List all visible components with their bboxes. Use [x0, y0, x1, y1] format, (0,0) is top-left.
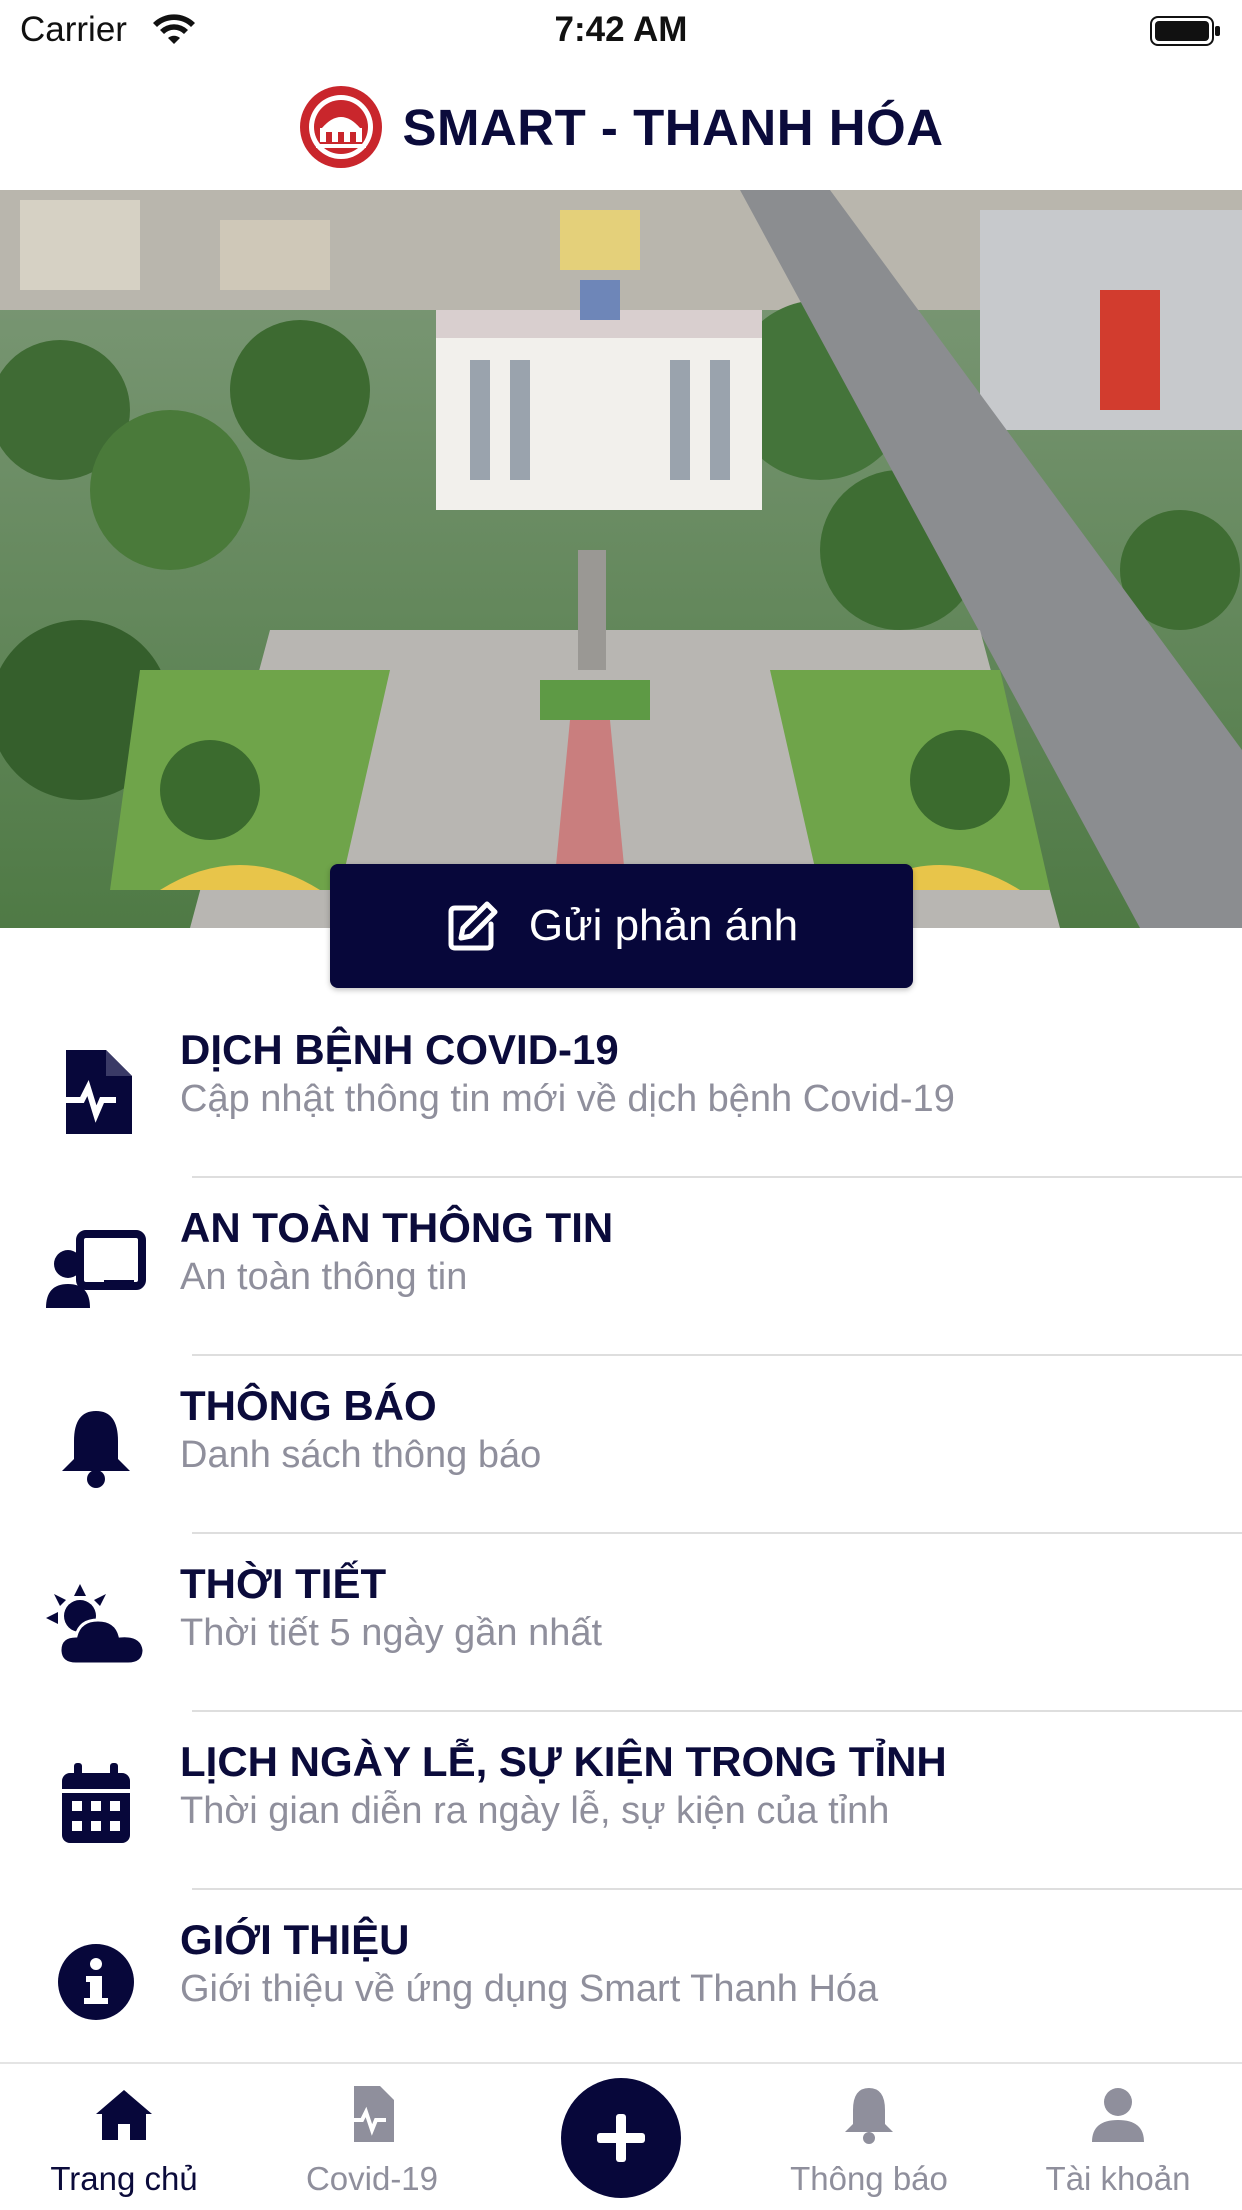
medical-file-icon — [348, 2086, 394, 2142]
user-screen-icon — [46, 1230, 146, 1308]
tab-covid[interactable]: Covid-19 — [248, 2064, 496, 2210]
medical-file-icon — [60, 1050, 132, 1134]
menu-item-subtitle: Thời tiết 5 ngày gần nhất — [180, 1612, 603, 1654]
battery-icon — [1150, 16, 1220, 46]
menu-item-subtitle: Thời gian diễn ra ngày lễ, sự kiện của t… — [180, 1790, 890, 1832]
menu-item-title: THỜI TIẾT — [180, 1560, 387, 1607]
tab-label: Tài khoản — [1045, 2160, 1191, 2197]
menu-item-subtitle: Cập nhật thông tin mới về dịch bệnh Covi… — [180, 1078, 955, 1120]
menu-item-notifications[interactable]: THÔNG BÁO Danh sách thông báo — [0, 1366, 1242, 1544]
weather-icon — [46, 1584, 146, 1666]
menu-item-info-security[interactable]: AN TOÀN THÔNG TIN An toàn thông tin — [0, 1188, 1242, 1366]
thanh-hoa-emblem-icon — [300, 86, 383, 168]
info-icon — [58, 1944, 134, 2020]
menu-item-about[interactable]: GIỚI THIỆU Giới thiệu về ứng dụng Smart … — [0, 1900, 1242, 2078]
user-icon — [1092, 2088, 1144, 2142]
divider — [192, 1176, 1242, 1178]
menu-item-weather[interactable]: THỜI TIẾT Thời tiết 5 ngày gần nhất — [0, 1544, 1242, 1722]
divider — [192, 1888, 1242, 1890]
bell-icon — [62, 1411, 130, 1488]
send-feedback-button[interactable]: Gửi phản ánh — [330, 864, 913, 988]
menu-item-holidays-calendar[interactable]: LỊCH NGÀY LỄ, SỰ KIỆN TRONG TỈNH Thời gi… — [0, 1722, 1242, 1900]
edit-icon — [448, 901, 498, 951]
menu-item-title: THÔNG BÁO — [180, 1382, 437, 1429]
app-title: SMART - THANH HÓA — [402, 98, 944, 156]
status-bar: Carrier 7:42 AM — [0, 0, 1242, 62]
plus-icon — [597, 2114, 645, 2162]
bell-icon — [845, 2088, 893, 2144]
hero-image — [0, 190, 1242, 928]
add-button[interactable] — [561, 2078, 681, 2198]
feature-list: DỊCH BỆNH COVID-19 Cập nhật thông tin mớ… — [0, 1010, 1242, 2078]
menu-item-subtitle: An toàn thông tin — [180, 1256, 468, 1298]
menu-item-title: LỊCH NGÀY LỄ, SỰ KIỆN TRONG TỈNH — [180, 1738, 947, 1785]
status-time: 7:42 AM — [554, 10, 688, 49]
tab-bar: Trang chủ Covid-19 Thông báo Tài khoản — [0, 2062, 1242, 2210]
tab-account[interactable]: Tài khoản — [994, 2064, 1242, 2210]
tab-home[interactable]: Trang chủ — [0, 2064, 248, 2210]
menu-item-subtitle: Danh sách thông báo — [180, 1434, 542, 1476]
home-icon — [96, 2090, 152, 2140]
menu-item-title: AN TOÀN THÔNG TIN — [180, 1204, 614, 1251]
tab-label: Thông báo — [790, 2160, 948, 2197]
divider — [192, 1354, 1242, 1356]
calendar-icon — [62, 1763, 130, 1843]
menu-item-subtitle: Giới thiệu về ứng dụng Smart Thanh Hóa — [180, 1968, 879, 2010]
divider — [192, 1710, 1242, 1712]
menu-item-title: DỊCH BỆNH COVID-19 — [180, 1026, 619, 1073]
send-feedback-label: Gửi phản ánh — [528, 901, 799, 950]
menu-item-covid[interactable]: DỊCH BỆNH COVID-19 Cập nhật thông tin mớ… — [0, 1010, 1242, 1188]
tab-label: Trang chủ — [50, 2160, 198, 2197]
divider — [192, 1532, 1242, 1534]
tab-label: Covid-19 — [305, 2160, 439, 2197]
menu-item-title: GIỚI THIỆU — [180, 1916, 410, 1963]
app-header: SMART - THANH HÓA — [0, 62, 1242, 190]
tab-notifications[interactable]: Thông báo — [745, 2064, 993, 2210]
